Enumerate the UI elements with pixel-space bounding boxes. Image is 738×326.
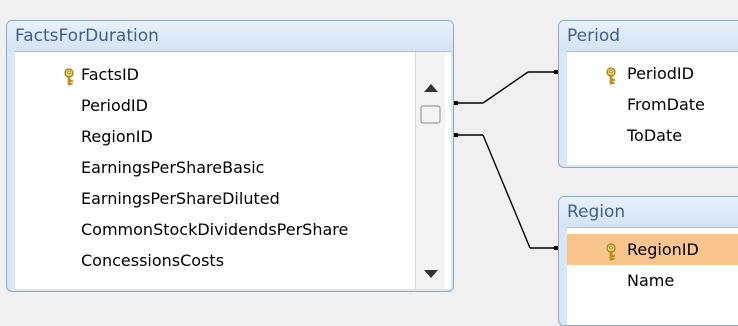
relationship-lines: [454, 70, 558, 250]
relationship-regionid[interactable]: [454, 133, 558, 250]
relationship-periodid[interactable]: [454, 70, 558, 105]
